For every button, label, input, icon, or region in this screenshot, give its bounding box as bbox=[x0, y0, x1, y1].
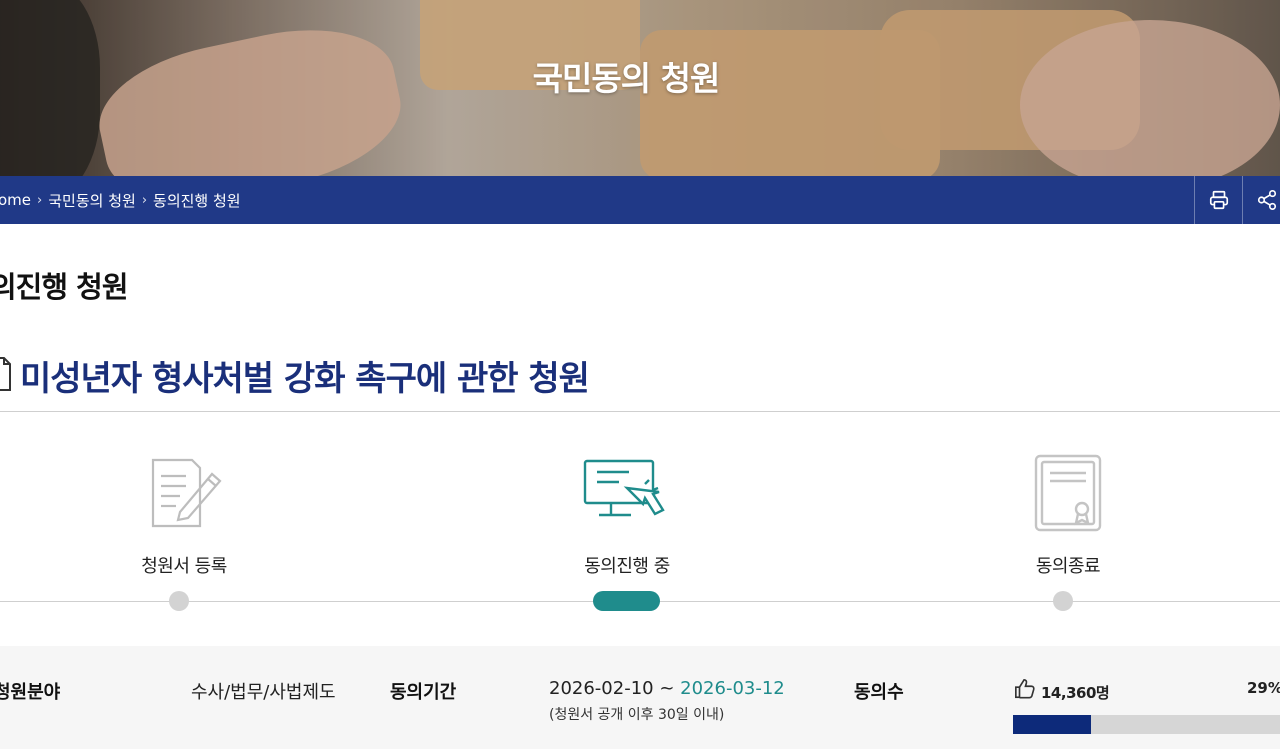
print-button[interactable] bbox=[1194, 176, 1242, 224]
share-button[interactable] bbox=[1242, 176, 1280, 224]
step-label-ended: 동의종료 bbox=[1035, 556, 1101, 577]
step-dot-registered bbox=[169, 591, 189, 611]
breadcrumb-separator: › bbox=[141, 192, 148, 208]
agree-count: 14,360명 bbox=[1041, 684, 1110, 702]
breadcrumb-bar: ome › 국민동의 청원 › 동의진행 청원 bbox=[0, 176, 1280, 224]
breadcrumb-current[interactable]: 동의진행 청원 bbox=[153, 190, 241, 211]
thumbs-up-icon bbox=[1015, 679, 1035, 699]
step-indicator-current bbox=[593, 591, 660, 611]
step-label-in-progress: 동의진행 중 bbox=[584, 556, 670, 577]
agree-progress-fill bbox=[1013, 715, 1092, 734]
page-title: 의진행 청원 bbox=[0, 270, 128, 304]
field-value: 수사/법무/사법제도 bbox=[191, 682, 336, 703]
period-start: 2026-02-10 ~ bbox=[549, 678, 675, 699]
step-dot-ended bbox=[1053, 591, 1073, 611]
breadcrumb-petition[interactable]: 국민동의 청원 bbox=[48, 190, 136, 211]
agree-label: 동의수 bbox=[854, 682, 904, 703]
agree-progress-bar bbox=[1013, 715, 1280, 734]
period-label: 동의기간 bbox=[390, 682, 457, 703]
breadcrumb-home[interactable]: ome bbox=[0, 191, 31, 209]
petition-title: 미성년자 형사처벌 강화 촉구에 관한 청원 bbox=[20, 359, 590, 399]
document-icon bbox=[0, 357, 11, 391]
monitor-click-icon bbox=[583, 459, 665, 517]
step-label-registered: 청원서 등록 bbox=[141, 556, 227, 577]
printer-icon bbox=[1209, 190, 1228, 210]
hero-banner: 국민동의 청원 bbox=[0, 0, 1280, 176]
field-label: 청원분야 bbox=[0, 682, 61, 703]
agree-percent: 29% bbox=[1247, 679, 1280, 697]
hero-title: 국민동의 청원 bbox=[532, 59, 721, 98]
period-end: 2026-03-12 bbox=[680, 678, 785, 699]
period-range: 2026-02-10 ~ 2026-03-12 bbox=[549, 678, 785, 699]
period-note: (청원서 공개 이후 30일 이내) bbox=[549, 707, 725, 723]
document-edit-icon bbox=[151, 458, 222, 528]
share-icon bbox=[1257, 190, 1276, 210]
breadcrumb-separator: › bbox=[37, 192, 43, 208]
certificate-icon bbox=[1034, 454, 1102, 532]
divider bbox=[0, 411, 1280, 412]
breadcrumb: ome › 국민동의 청원 › 동의진행 청원 bbox=[0, 176, 241, 224]
